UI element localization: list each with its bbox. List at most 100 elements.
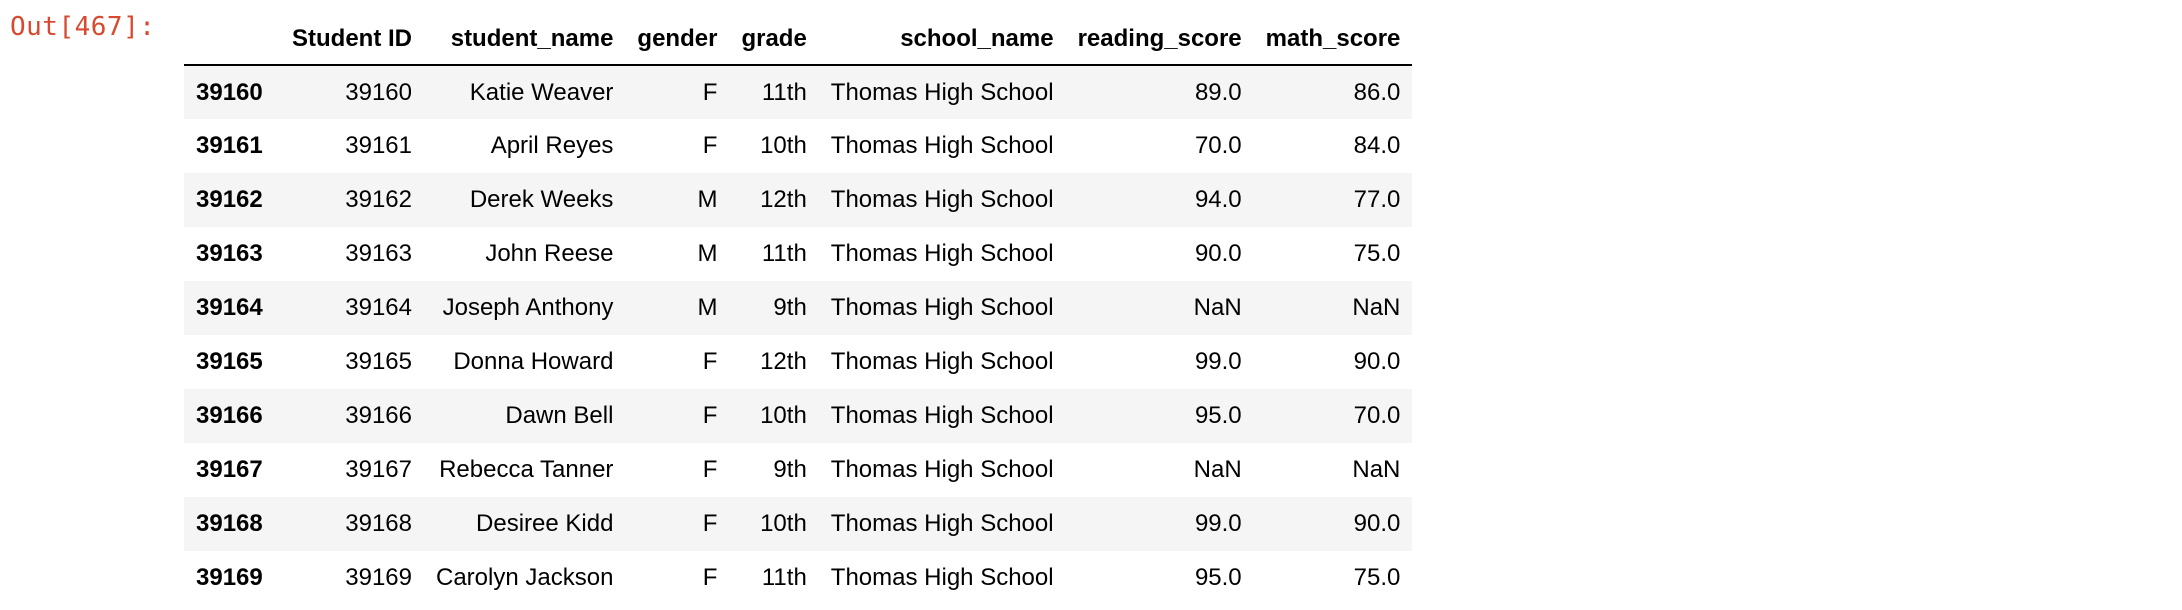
cell-student-id: 39161 bbox=[345, 132, 412, 159]
table-row: 39169 39169 Carolyn Jackson F 11th Thomas Hig… bbox=[184, 551, 1412, 605]
table-row: 39161 39161 April Reyes F 10th Thomas High Sc… bbox=[184, 119, 1412, 173]
cell-gender: F bbox=[702, 132, 718, 159]
header-row: Student ID student_name gender grade sch… bbox=[184, 14, 1413, 66]
row-index: 39160 bbox=[196, 78, 263, 106]
cell-school-name: Thomas High School bbox=[830, 510, 1054, 537]
cell-math-score: 90.0 bbox=[1353, 510, 1401, 537]
cell-student-id: 39167 bbox=[345, 456, 412, 483]
cell-student-name: Derek Weeks bbox=[469, 186, 614, 213]
cell-reading-score: 95.0 bbox=[1194, 564, 1242, 591]
row-index: 39169 bbox=[196, 564, 263, 591]
cell-gender: F bbox=[702, 456, 718, 483]
cell-gender: F bbox=[702, 402, 718, 429]
cell-grade: 12th bbox=[760, 186, 807, 213]
cell-reading-score: 70.0 bbox=[1194, 132, 1242, 159]
cell-school-name: Thomas High School bbox=[830, 402, 1054, 429]
output-prompt: Out[467]: bbox=[10, 12, 156, 42]
column-header-grade: grade bbox=[729, 14, 819, 66]
row-index: 39168 bbox=[196, 510, 263, 537]
cell-grade: 11th bbox=[761, 564, 807, 591]
row-index: 39162 bbox=[196, 186, 263, 213]
cell-school-name: Thomas High School bbox=[830, 78, 1054, 106]
table-row: 39162 39162 Derek Weeks M 12th Thomas High Sc… bbox=[184, 173, 1413, 227]
cell-student-id: 39168 bbox=[345, 510, 412, 537]
cell-math-score: 77.0 bbox=[1353, 186, 1401, 213]
dataframe-table: Student ID student_name gender grade sch… bbox=[184, 14, 1413, 605]
table-row: 39167 39167 Rebecca Tanner F 9th Thomas High … bbox=[184, 443, 1412, 497]
column-header-reading-score: reading_score bbox=[1065, 14, 1254, 66]
row-index: 39165 bbox=[196, 348, 263, 375]
table-row: 39165 39165 Donna Howard F 12th Thomas High S… bbox=[184, 335, 1412, 389]
row-index: 39166 bbox=[196, 402, 263, 429]
cell-gender: M bbox=[697, 240, 718, 267]
cell-grade: 11th bbox=[761, 78, 807, 106]
table-row: 39166 39166 Dawn Bell F 10th Thomas High Scho… bbox=[184, 389, 1413, 443]
cell-reading-score: 89.0 bbox=[1194, 78, 1242, 106]
cell-gender: F bbox=[702, 78, 718, 106]
cell-reading-score: NaN bbox=[1193, 294, 1242, 321]
cell-student-name: Carolyn Jackson bbox=[436, 564, 614, 591]
cell-student-id: 39169 bbox=[345, 564, 412, 591]
table-row: 39163 39163 John Reese M 11th Thomas High Sch… bbox=[184, 227, 1412, 281]
cell-math-score: 75.0 bbox=[1353, 564, 1401, 591]
row-index: 39167 bbox=[196, 456, 263, 483]
cell-student-id: 39165 bbox=[345, 348, 412, 375]
cell-grade: 9th bbox=[773, 456, 807, 483]
cell-school-name: Thomas High School bbox=[830, 294, 1054, 321]
cell-student-name: Donna Howard bbox=[453, 348, 614, 375]
cell-school-name: Thomas High School bbox=[830, 186, 1054, 213]
cell-math-score: NaN bbox=[1352, 294, 1401, 321]
cell-school-name: Thomas High School bbox=[830, 456, 1054, 483]
cell-gender: F bbox=[702, 348, 718, 375]
cell-grade: 10th bbox=[760, 132, 807, 159]
cell-grade: 12th bbox=[760, 348, 807, 375]
cell-school-name: Thomas High School bbox=[830, 348, 1054, 375]
cell-student-name: Rebecca Tanner bbox=[439, 456, 614, 483]
cell-student-name: John Reese bbox=[485, 240, 614, 267]
cell-math-score: 90.0 bbox=[1353, 348, 1401, 375]
row-index: 39161 bbox=[196, 132, 263, 159]
cell-student-id: 39163 bbox=[345, 240, 412, 267]
cell-school-name: Thomas High School bbox=[830, 240, 1054, 267]
cell-student-id: 39160 bbox=[345, 78, 412, 106]
cell-gender: F bbox=[702, 564, 718, 591]
column-header-student-id: Student ID bbox=[280, 14, 424, 66]
table-body: 39160 39160 Katie Weaver F 11th Thomas High S… bbox=[184, 65, 1413, 605]
cell-student-id: 39166 bbox=[345, 402, 412, 429]
row-index: 39164 bbox=[196, 294, 263, 321]
table-row: 39164 39164 Joseph Anthony M 9th Thomas High … bbox=[184, 281, 1413, 335]
cell-math-score: 70.0 bbox=[1353, 402, 1401, 429]
cell-gender: M bbox=[697, 294, 718, 321]
cell-student-name: Dawn Bell bbox=[505, 402, 614, 429]
row-index: 39163 bbox=[196, 240, 263, 267]
cell-grade: 9th bbox=[773, 294, 807, 321]
table-row: 39168 39168 Desiree Kidd F 10th Thomas High S… bbox=[184, 497, 1413, 551]
cell-grade: 11th bbox=[761, 240, 807, 267]
cell-gender: F bbox=[702, 510, 718, 537]
cell-reading-score: 95.0 bbox=[1194, 402, 1242, 429]
column-header-student-name: student_name bbox=[424, 14, 626, 66]
column-header-math-score: math_score bbox=[1253, 14, 1413, 66]
cell-student-name: Desiree Kidd bbox=[476, 510, 614, 537]
column-header-school-name: school_name bbox=[818, 14, 1066, 66]
cell-math-score: NaN bbox=[1352, 456, 1401, 483]
cell-output: Student ID student_name gender grade sch… bbox=[184, 14, 1413, 605]
cell-gender: M bbox=[697, 186, 718, 213]
table-row: 39160 39160 Katie Weaver F 11th Thomas High S… bbox=[184, 65, 1413, 119]
cell-grade: 10th bbox=[760, 510, 807, 537]
column-header-gender: gender bbox=[625, 14, 730, 66]
cell-student-name: Joseph Anthony bbox=[442, 294, 614, 321]
column-header-index bbox=[184, 14, 280, 66]
cell-reading-score: 99.0 bbox=[1194, 510, 1242, 537]
cell-student-name: April Reyes bbox=[490, 132, 614, 159]
cell-student-id: 39162 bbox=[345, 186, 412, 213]
cell-math-score: 84.0 bbox=[1353, 132, 1401, 159]
cell-reading-score: 99.0 bbox=[1194, 348, 1242, 375]
cell-math-score: 86.0 bbox=[1353, 78, 1401, 106]
table-header: Student ID student_name gender grade sch… bbox=[184, 14, 1413, 66]
cell-school-name: Thomas High School bbox=[830, 564, 1054, 591]
cell-school-name: Thomas High School bbox=[830, 132, 1054, 159]
cell-grade: 10th bbox=[760, 402, 807, 429]
cell-reading-score: 94.0 bbox=[1194, 186, 1242, 213]
cell-math-score: 75.0 bbox=[1353, 240, 1401, 267]
